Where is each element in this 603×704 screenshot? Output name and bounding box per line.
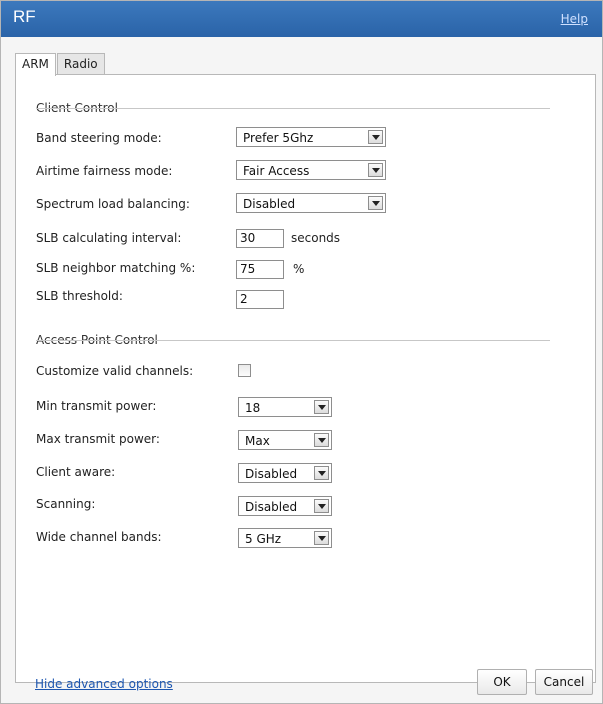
max-transmit-power-select[interactable]: Max [238,430,332,450]
chevron-down-icon [314,400,329,414]
chevron-down-icon [368,196,383,210]
band-steering-select[interactable]: Prefer 5Ghz [236,127,386,147]
scanning-value: Disabled [245,500,298,514]
scanning-label: Scanning: [36,497,96,511]
band-steering-value: Prefer 5Ghz [243,131,314,145]
max-transmit-power-value: Max [245,434,270,448]
airtime-fairness-label: Airtime fairness mode: [36,164,173,178]
tab-radio[interactable]: Radio [56,53,105,75]
rf-dialog: RF Help ARM Radio Client Control Band st… [0,0,603,704]
min-transmit-power-select[interactable]: 18 [238,397,332,417]
ok-button[interactable]: OK [477,669,527,695]
airtime-fairness-value: Fair Access [243,164,310,178]
spectrum-load-balancing-label: Spectrum load balancing: [36,197,190,211]
client-control-divider [36,108,550,109]
client-aware-label: Client aware: [36,465,116,479]
airtime-fairness-select[interactable]: Fair Access [236,160,386,180]
tab-arm[interactable]: ARM [15,53,56,76]
chevron-down-icon [368,130,383,144]
chevron-down-icon [314,466,329,480]
slb-interval-input[interactable]: 30 [236,229,284,248]
help-link[interactable]: Help [561,12,588,26]
chevron-down-icon [314,433,329,447]
wide-channel-bands-select[interactable]: 5 GHz [238,528,332,548]
chevron-down-icon [314,531,329,545]
max-transmit-power-label: Max transmit power: [36,432,160,446]
scanning-select[interactable]: Disabled [238,496,332,516]
slb-interval-label: SLB calculating interval: [36,231,182,245]
wide-channel-bands-value: 5 GHz [245,532,282,546]
min-transmit-power-value: 18 [245,401,261,415]
dialog-body: ARM Radio Client Control Band steering m… [1,37,602,703]
slb-neighbor-unit: % [293,262,305,276]
spectrum-load-balancing-value: Disabled [243,197,296,211]
slb-neighbor-label: SLB neighbor matching %: [36,261,196,275]
band-steering-label: Band steering mode: [36,131,162,145]
slb-neighbor-input[interactable]: 75 [236,260,284,279]
title-bar: RF Help [1,1,602,37]
customize-channels-checkbox[interactable] [238,364,251,377]
spectrum-load-balancing-select[interactable]: Disabled [236,193,386,213]
slb-interval-unit: seconds [291,231,341,245]
hide-advanced-options-link[interactable]: Hide advanced options [35,677,173,691]
min-transmit-power-label: Min transmit power: [36,399,157,413]
wide-channel-bands-label: Wide channel bands: [36,530,162,544]
slb-threshold-label: SLB threshold: [36,289,123,303]
ap-control-divider [36,340,550,341]
client-aware-select[interactable]: Disabled [238,463,332,483]
tab-strip: ARM Radio [15,53,105,76]
customize-channels-label: Customize valid channels: [36,364,194,378]
chevron-down-icon [368,163,383,177]
client-aware-value: Disabled [245,467,298,481]
dialog-title: RF [13,7,36,26]
arm-panel: Client Control Band steering mode: Prefe… [15,74,596,683]
cancel-button[interactable]: Cancel [535,669,593,695]
slb-threshold-input[interactable]: 2 [236,290,284,309]
chevron-down-icon [314,499,329,513]
